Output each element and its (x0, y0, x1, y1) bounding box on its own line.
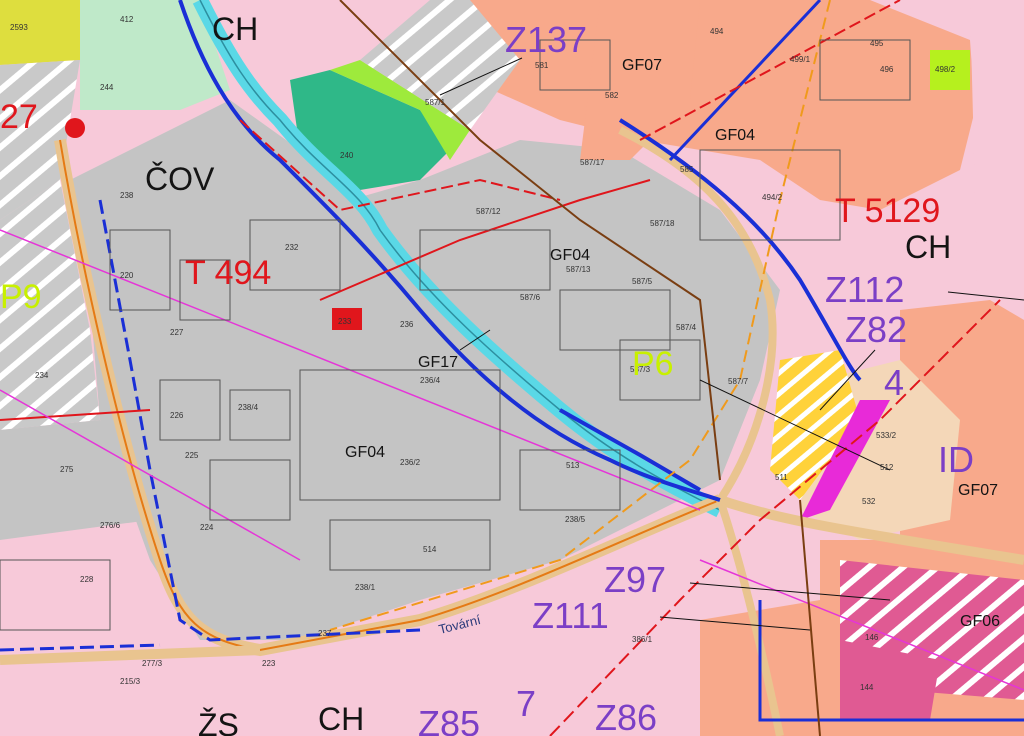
svg-text:512: 512 (880, 463, 894, 472)
svg-text:240: 240 (340, 151, 354, 160)
svg-text:581: 581 (535, 61, 549, 70)
svg-text:582: 582 (605, 91, 619, 100)
svg-text:226: 226 (170, 411, 184, 420)
label-z97: Z97 (604, 559, 666, 600)
label-gf17: GF17 (418, 354, 458, 371)
svg-text:276/6: 276/6 (100, 521, 121, 530)
label-num4: 4 (884, 362, 904, 403)
svg-text:587/4: 587/4 (676, 323, 697, 332)
svg-text:532: 532 (862, 497, 876, 506)
label-ch-bottom: CH (318, 701, 364, 736)
svg-text:514: 514 (423, 545, 437, 554)
svg-text:494: 494 (710, 27, 724, 36)
svg-text:513: 513 (566, 461, 580, 470)
svg-text:587/18: 587/18 (650, 219, 675, 228)
svg-text:236/4: 236/4 (420, 376, 441, 385)
label-z82: Z82 (845, 309, 907, 350)
label-z86: Z86 (595, 697, 657, 736)
svg-text:511: 511 (775, 473, 788, 482)
label-z111: Z111 (532, 595, 609, 636)
svg-text:275: 275 (60, 465, 74, 474)
svg-text:587/1: 587/1 (425, 98, 446, 107)
svg-text:587/17: 587/17 (580, 158, 605, 167)
svg-text:585: 585 (680, 165, 694, 174)
label-z112: Z112 (825, 269, 904, 310)
svg-text:498/2: 498/2 (935, 65, 956, 74)
svg-text:238/5: 238/5 (565, 515, 586, 524)
svg-text:227: 227 (170, 328, 184, 337)
svg-text:277/3: 277/3 (142, 659, 163, 668)
label-ch-top: CH (212, 11, 258, 47)
svg-text:499/1: 499/1 (790, 55, 811, 64)
red-point-marker (65, 118, 85, 138)
svg-text:224: 224 (200, 523, 214, 532)
label-num27: 27 (0, 98, 38, 136)
label-ch-right: CH (905, 229, 951, 265)
svg-text:233: 233 (338, 317, 352, 326)
svg-text:238: 238 (120, 191, 134, 200)
svg-text:587/5: 587/5 (632, 277, 653, 286)
label-z85: Z85 (418, 703, 480, 736)
svg-text:2593: 2593 (10, 23, 28, 32)
label-p6: P6 (632, 345, 674, 383)
svg-text:238/1: 238/1 (355, 583, 376, 592)
svg-text:533/2: 533/2 (876, 431, 897, 440)
label-id: ID (938, 439, 974, 480)
label-cov: ČOV (145, 161, 215, 197)
svg-text:587/12: 587/12 (476, 207, 501, 216)
svg-text:220: 220 (120, 271, 134, 280)
svg-text:587/7: 587/7 (728, 377, 749, 386)
svg-text:386/1: 386/1 (632, 635, 653, 644)
svg-text:244: 244 (100, 83, 114, 92)
svg-text:236: 236 (400, 320, 414, 329)
label-num7: 7 (516, 683, 536, 724)
svg-text:238/4: 238/4 (238, 403, 259, 412)
svg-text:236/2: 236/2 (400, 458, 421, 467)
svg-text:146: 146 (865, 633, 879, 642)
svg-text:223: 223 (262, 659, 276, 668)
svg-text:215/3: 215/3 (120, 677, 141, 686)
label-gf04-top: GF04 (715, 127, 755, 144)
svg-text:412: 412 (120, 15, 134, 24)
svg-text:587/6: 587/6 (520, 293, 541, 302)
land-use-map[interactable]: 412 244 240 238 220 232 227 226 225 224 … (0, 0, 1024, 736)
label-gf07-top: GF07 (622, 57, 662, 74)
svg-text:496: 496 (880, 65, 894, 74)
svg-text:237: 237 (318, 629, 332, 638)
svg-text:225: 225 (185, 451, 199, 460)
label-gf04-low: GF04 (345, 444, 385, 461)
svg-text:228: 228 (80, 575, 94, 584)
svg-text:144: 144 (860, 683, 874, 692)
zone-yellow-topleft (0, 0, 80, 65)
label-gf07-right: GF07 (958, 482, 998, 499)
label-gf06: GF06 (960, 613, 1000, 630)
label-t494: T 494 (185, 254, 271, 292)
svg-text:494/2: 494/2 (762, 193, 783, 202)
svg-text:495: 495 (870, 39, 884, 48)
svg-text:234: 234 (35, 371, 49, 380)
svg-text:587/13: 587/13 (566, 265, 591, 274)
label-t5129: T 5129 (835, 192, 940, 230)
label-gf04-mid: GF04 (550, 247, 590, 264)
label-zs: ŽS (198, 707, 239, 736)
label-z137: Z137 (505, 19, 587, 60)
label-p9: P9 (0, 278, 42, 316)
svg-text:232: 232 (285, 243, 299, 252)
